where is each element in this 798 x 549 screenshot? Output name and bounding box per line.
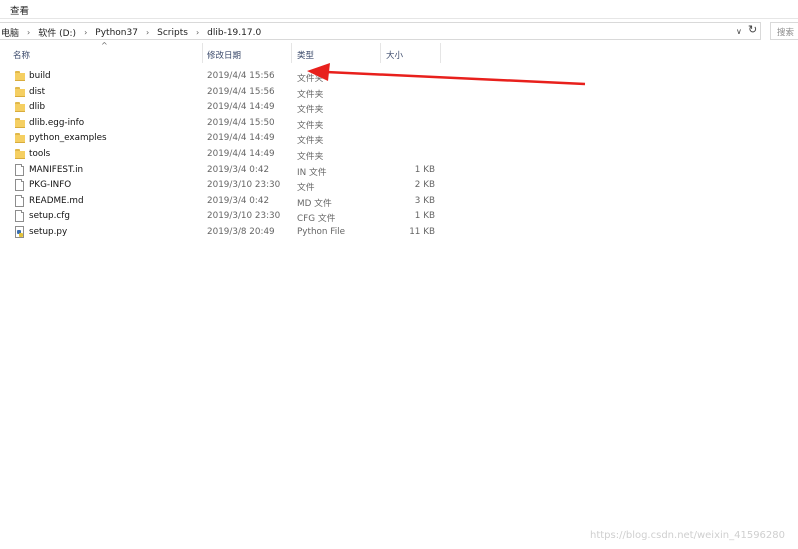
file-size: 2 KB bbox=[414, 180, 435, 191]
file-row[interactable]: dlib 2019/4/4 14:49 文件夹 bbox=[0, 100, 440, 115]
file-name: PKG-INFO bbox=[29, 180, 72, 191]
file-row[interactable]: dist 2019/4/4 15:56 文件夹 bbox=[0, 85, 440, 100]
file-row[interactable]: PKG-INFO 2019/3/10 23:30 文件 2 KB bbox=[0, 178, 440, 193]
file-date: 2019/3/10 23:30 bbox=[207, 211, 281, 222]
search-placeholder: 搜索 bbox=[777, 28, 795, 38]
file-size: 11 KB bbox=[409, 227, 435, 237]
file-type: 文件夹 bbox=[297, 152, 324, 162]
file-name: tools bbox=[29, 149, 51, 159]
file-date: 2019/4/4 15:56 bbox=[207, 86, 275, 97]
sort-caret-icon: ^ bbox=[101, 41, 108, 50]
column-divider[interactable] bbox=[380, 43, 381, 63]
refresh-icon[interactable]: ↻ bbox=[748, 23, 757, 36]
file-date: 2019/4/4 15:56 bbox=[207, 71, 275, 81]
ribbon: 查看 bbox=[0, 0, 798, 19]
file-row[interactable]: README.md 2019/3/4 0:42 MD 文件 3 KB bbox=[0, 194, 440, 209]
file-row[interactable]: tools 2019/4/4 14:49 文件夹 bbox=[0, 147, 440, 162]
chevron-down-icon[interactable]: ∨ bbox=[736, 27, 742, 36]
crumb-python37[interactable]: Python37 bbox=[93, 28, 140, 38]
python-file-icon bbox=[15, 226, 24, 238]
file-type: 文件夹 bbox=[297, 136, 324, 147]
file-type: 文件 bbox=[297, 183, 315, 194]
file-type: 文件夹 bbox=[297, 105, 324, 116]
file-size: 1 KB bbox=[414, 164, 435, 175]
file-date: 2019/3/4 0:42 bbox=[207, 195, 270, 206]
ribbon-tab-view[interactable]: 查看 bbox=[10, 3, 29, 17]
file-name: setup.py bbox=[29, 227, 68, 237]
file-size: 3 KB bbox=[414, 195, 435, 206]
file-name: build bbox=[29, 71, 51, 81]
file-name: README.md bbox=[29, 195, 84, 206]
folder-icon bbox=[15, 132, 25, 144]
crumb-dlib[interactable]: dlib-19.17.0 bbox=[205, 28, 263, 38]
address-box[interactable]: 电脑 › 软件 (D:) › Python37 › Scripts › dlib… bbox=[0, 22, 761, 40]
file-icon bbox=[15, 194, 24, 207]
file-date: 2019/3/10 23:30 bbox=[207, 180, 281, 191]
file-type: 文件夹 bbox=[297, 89, 324, 100]
file-type: Python File bbox=[297, 227, 346, 237]
chevron-right-icon[interactable]: › bbox=[190, 28, 205, 37]
file-date: 2019/4/4 14:49 bbox=[207, 133, 275, 144]
file-row[interactable]: MANIFEST.in 2019/3/4 0:42 IN 文件 1 KB bbox=[0, 163, 440, 178]
crumb-this-pc[interactable]: 电脑 bbox=[0, 26, 21, 39]
file-date: 2019/4/4 15:50 bbox=[207, 117, 275, 128]
address-bar: 电脑 › 软件 (D:) › Python37 › Scripts › dlib… bbox=[0, 21, 798, 41]
chevron-right-icon[interactable]: › bbox=[140, 28, 155, 37]
file-row[interactable]: build 2019/4/4 15:56 文件夹 bbox=[0, 69, 440, 84]
search-input[interactable]: 搜索 bbox=[770, 22, 798, 40]
file-size: 1 KB bbox=[414, 211, 435, 222]
file-row[interactable]: dlib.egg-info 2019/4/4 15:50 文件夹 bbox=[0, 116, 440, 131]
chevron-right-icon[interactable]: › bbox=[21, 28, 36, 37]
folder-icon bbox=[15, 101, 25, 113]
file-row[interactable]: python_examples 2019/4/4 14:49 文件夹 bbox=[0, 131, 440, 146]
file-row[interactable]: setup.cfg 2019/3/10 23:30 CFG 文件 1 KB bbox=[0, 209, 440, 224]
chevron-right-icon[interactable]: › bbox=[78, 28, 93, 37]
column-divider[interactable] bbox=[291, 43, 292, 63]
column-header: ^ 名称 修改日期 类型 大小 bbox=[0, 41, 798, 65]
file-type: IN 文件 bbox=[297, 167, 327, 178]
file-date: 2019/4/4 14:49 bbox=[207, 149, 275, 159]
file-icon bbox=[15, 179, 24, 192]
column-header-type[interactable]: 类型 bbox=[297, 49, 314, 61]
file-type: MD 文件 bbox=[297, 198, 332, 209]
folder-icon bbox=[15, 70, 25, 82]
file-name: MANIFEST.in bbox=[29, 164, 84, 175]
file-name: setup.cfg bbox=[29, 211, 70, 222]
file-date: 2019/3/4 0:42 bbox=[207, 164, 270, 175]
file-name: dlib bbox=[29, 102, 46, 113]
folder-icon bbox=[15, 117, 25, 129]
breadcrumb: 电脑 › 软件 (D:) › Python37 › Scripts › dlib… bbox=[0, 26, 263, 40]
file-row[interactable]: setup.py 2019/3/8 20:49 Python File 11 KB bbox=[0, 225, 440, 240]
file-icon bbox=[15, 163, 24, 176]
folder-icon bbox=[15, 148, 25, 160]
file-type: CFG 文件 bbox=[297, 214, 336, 225]
file-type: 文件夹 bbox=[297, 74, 324, 84]
crumb-drive[interactable]: 软件 (D:) bbox=[36, 26, 78, 39]
crumb-scripts[interactable]: Scripts bbox=[155, 28, 190, 38]
column-divider[interactable] bbox=[202, 43, 203, 63]
file-date: 2019/4/4 14:49 bbox=[207, 102, 275, 113]
file-icon bbox=[15, 210, 24, 223]
file-name: dlib.egg-info bbox=[29, 117, 85, 128]
column-header-name[interactable]: 名称 bbox=[13, 49, 30, 61]
file-name: python_examples bbox=[29, 133, 107, 144]
column-header-date[interactable]: 修改日期 bbox=[207, 49, 241, 61]
file-type: 文件夹 bbox=[297, 120, 324, 131]
file-name: dist bbox=[29, 86, 46, 97]
file-date: 2019/3/8 20:49 bbox=[207, 227, 275, 237]
column-header-size[interactable]: 大小 bbox=[386, 49, 403, 61]
folder-icon bbox=[15, 86, 25, 98]
column-divider[interactable] bbox=[440, 43, 441, 63]
watermark: https://blog.csdn.net/weixin_41596280 bbox=[590, 530, 786, 541]
